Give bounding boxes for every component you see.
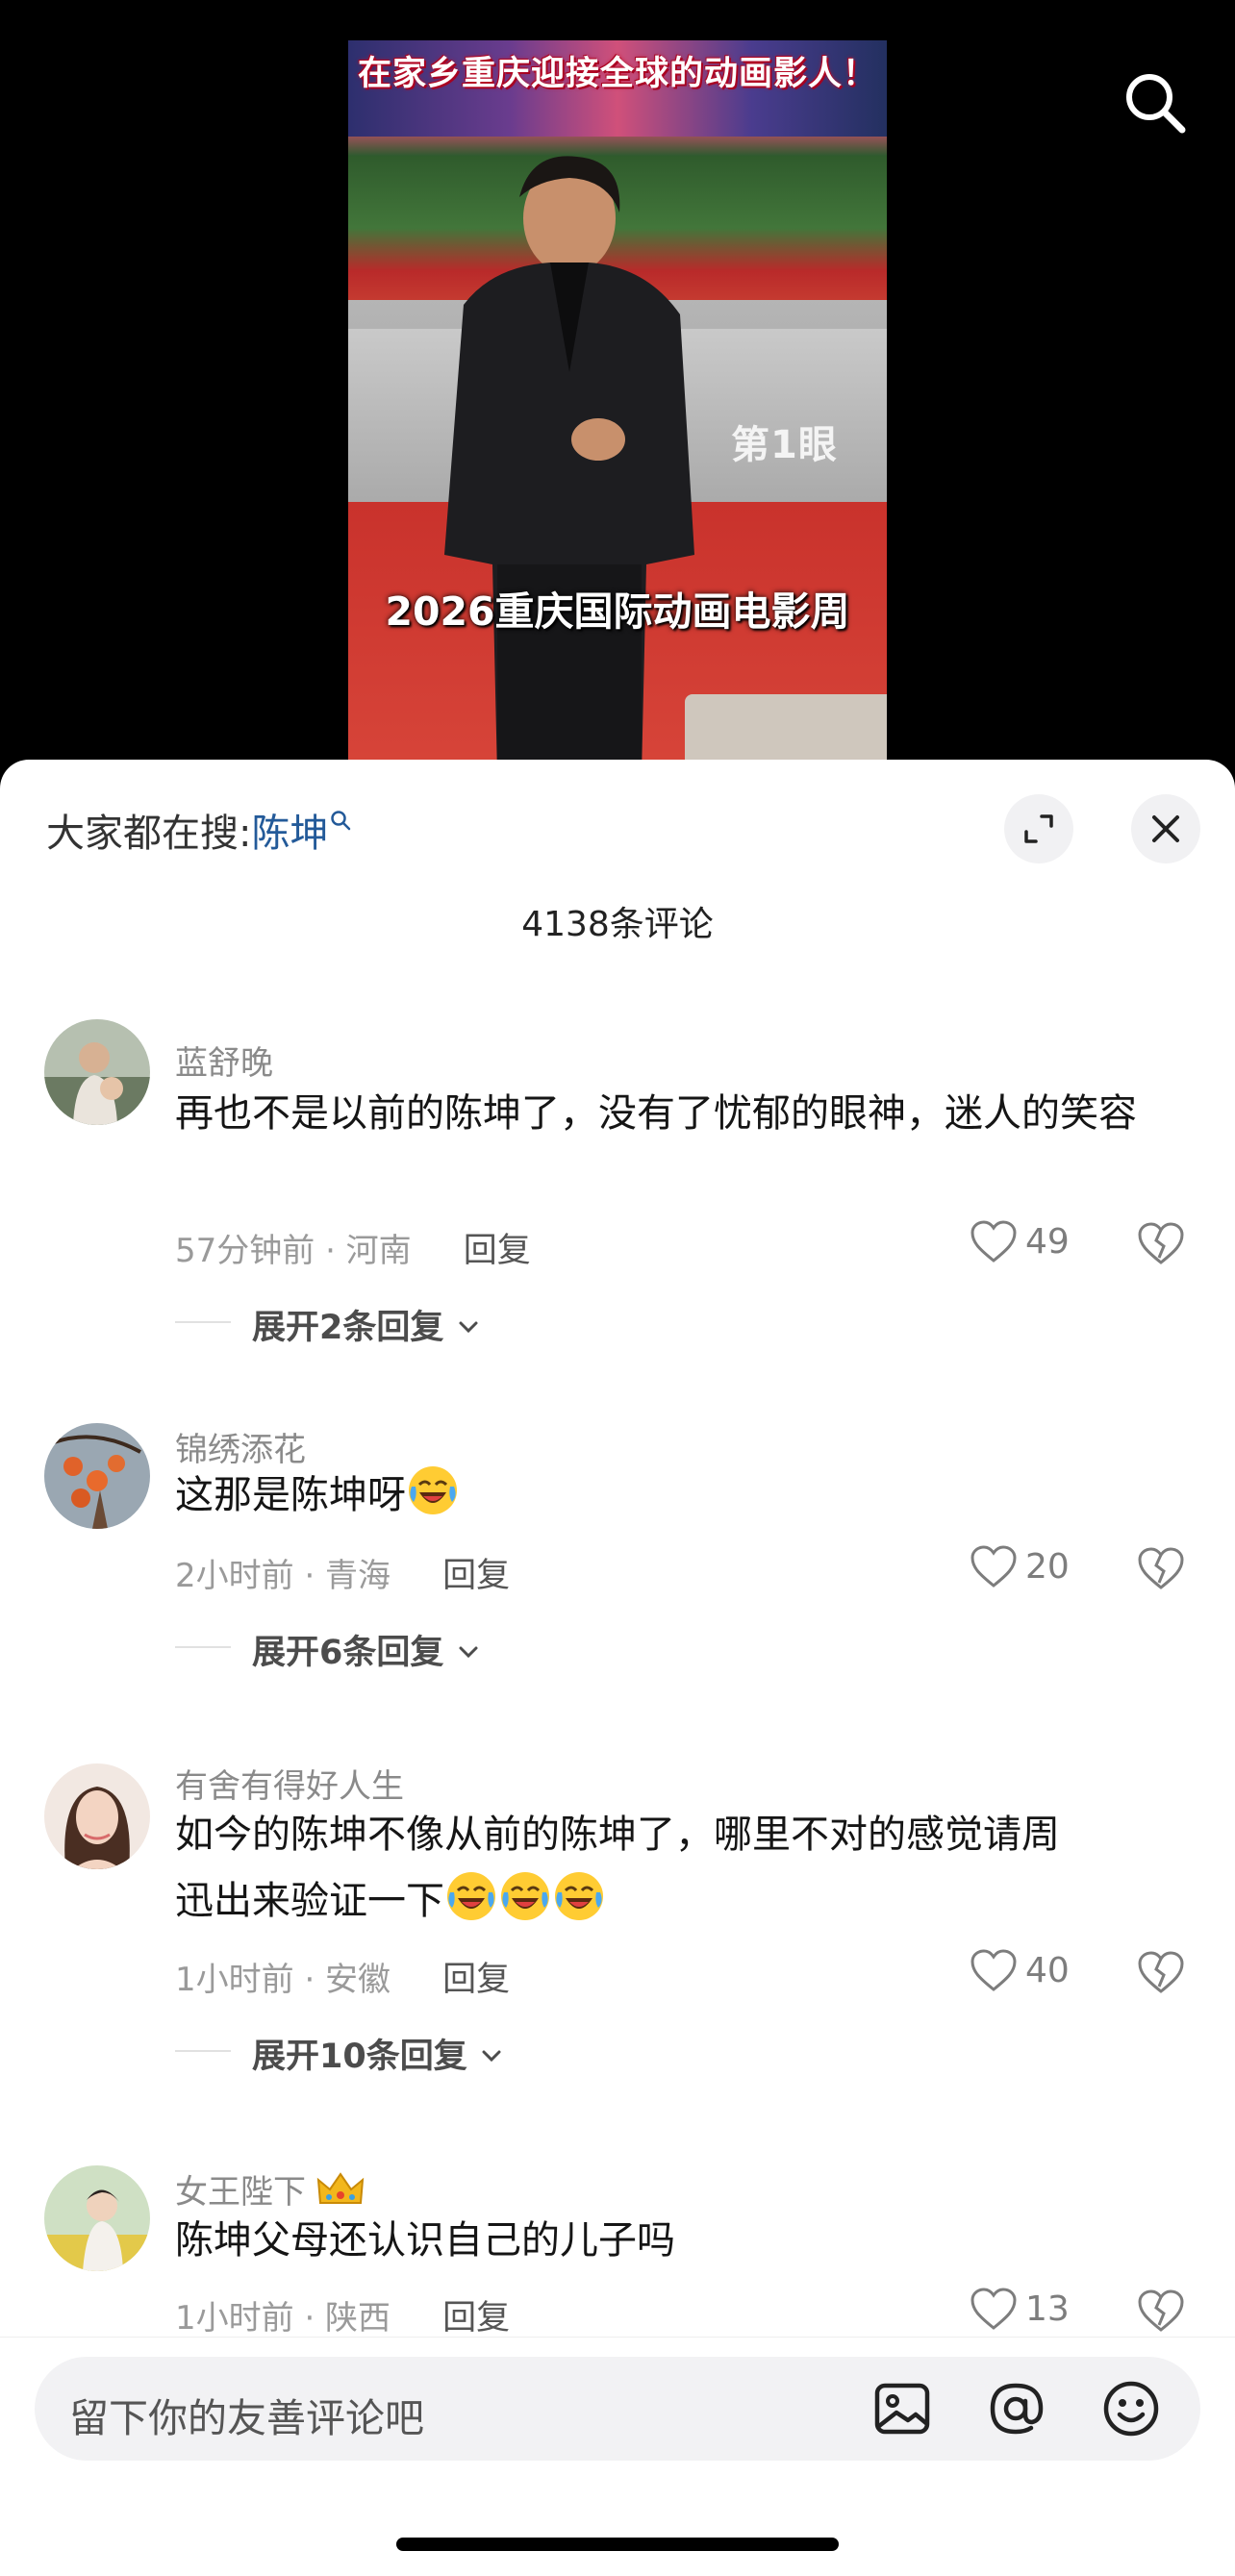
- broken-heart-icon: [1138, 2289, 1184, 2332]
- person-in-suit: [444, 156, 694, 762]
- dislike-button[interactable]: [1137, 1950, 1185, 1998]
- comment-text-row: 迅出来验证一下: [175, 1869, 1175, 1931]
- like-count: 40: [1025, 1950, 1070, 1990]
- comment-text: 这那是陈坤呀: [175, 1473, 406, 1517]
- comment-input[interactable]: 留下你的友善评论吧: [35, 2357, 1200, 2461]
- divider: [175, 1646, 231, 1648]
- divider: [175, 1321, 231, 1323]
- chevron-down-icon: [482, 2050, 501, 2063]
- like-count: 49: [1025, 1221, 1070, 1262]
- like-count: 20: [1025, 1546, 1070, 1587]
- reply-button[interactable]: 回复: [464, 1232, 531, 1270]
- comment-time-location: 57分钟前 · 河南: [175, 1232, 412, 1270]
- video-player[interactable]: 在家乡重庆迎接全球的动画影人！ 第1眼 2026重庆国际动画电影周: [0, 0, 1235, 769]
- heart-icon: [970, 1220, 1017, 1263]
- hot-search-prefix: 大家都在搜:: [46, 812, 252, 856]
- dislike-button[interactable]: [1137, 1546, 1185, 1594]
- expand-replies-label: 展开10条回复: [252, 2038, 467, 2076]
- avatar[interactable]: [44, 1019, 150, 1125]
- smiley-icon: [1103, 2381, 1159, 2437]
- video-watermark: 第1眼: [731, 423, 838, 467]
- comment-text-row: 这那是陈坤呀: [175, 1463, 1175, 1525]
- expand-replies-label: 展开6条回复: [252, 1634, 444, 1672]
- expand-replies-button[interactable]: 展开2条回复: [252, 1300, 481, 1349]
- divider: [175, 2050, 231, 2052]
- video-frame[interactable]: 在家乡重庆迎接全球的动画影人！ 第1眼 2026重庆国际动画电影周: [348, 40, 887, 762]
- hot-search-keyword[interactable]: 陈坤: [251, 812, 328, 856]
- avatar[interactable]: [44, 1423, 150, 1529]
- comment-time-location: 1小时前 · 陕西: [175, 2299, 391, 2338]
- crying-laughing-emoji: [501, 1872, 549, 1920]
- comment-meta-row: 1小时前 · 陕西 回复: [175, 2290, 510, 2339]
- video-bottom-caption: 2026重庆国际动画电影周: [385, 588, 850, 635]
- chevron-down-icon: [459, 1646, 478, 1659]
- like-count: 13: [1025, 2288, 1070, 2329]
- heart-icon: [970, 2288, 1017, 2330]
- comment-time-location: 2小时前 · 青海: [175, 1557, 391, 1595]
- reply-button[interactable]: 回复: [442, 2299, 510, 2338]
- comment-text: 如今的陈坤不像从前的陈坤了，哪里不对的感觉请周: [175, 1813, 1060, 1857]
- like-button[interactable]: 40: [970, 1948, 1070, 1992]
- comment-input-placeholder[interactable]: 留下你的友善评论吧: [69, 2386, 424, 2443]
- comment-count: 4138条评论: [521, 905, 714, 944]
- crying-laughing-emoji: [555, 1872, 603, 1920]
- avatar[interactable]: [44, 1763, 150, 1869]
- comment-text-continued: 迅出来验证一下: [175, 1879, 444, 1923]
- dislike-button[interactable]: [1137, 1221, 1185, 1269]
- reply-button[interactable]: 回复: [442, 1557, 510, 1595]
- comment-username[interactable]: 蓝舒晚: [175, 1037, 273, 1084]
- close-sheet-button[interactable]: [1131, 794, 1200, 863]
- chevron-down-icon: [459, 1321, 478, 1334]
- broken-heart-icon: [1138, 1951, 1184, 1993]
- expand-icon: [1024, 814, 1053, 843]
- comment-text: 陈坤父母还认识自己的儿子吗: [175, 2218, 675, 2263]
- comment-input-bar: 留下你的友善评论吧: [0, 2337, 1235, 2576]
- expand-replies-label: 展开2条回复: [252, 1309, 444, 1347]
- search-button[interactable]: [1122, 69, 1189, 137]
- search-icon: [1126, 74, 1186, 134]
- broken-heart-icon: [1138, 1222, 1184, 1264]
- comment-meta-row: 57分钟前 · 河南 回复: [175, 1223, 531, 1272]
- reply-button[interactable]: 回复: [442, 1961, 510, 1999]
- broken-heart-icon: [1138, 1547, 1184, 1589]
- comment-sheet: 大家都在搜:陈坤 4138条评论 蓝舒晚 再也不是以前的陈坤了，没有了忧郁的眼神…: [0, 760, 1235, 2576]
- expand-sheet-button[interactable]: [1004, 794, 1073, 863]
- mention-button[interactable]: [985, 2378, 1046, 2439]
- crown-icon: [316, 2172, 365, 2204]
- emoji-button[interactable]: [1100, 2378, 1162, 2439]
- hot-search-bar[interactable]: 大家都在搜:陈坤: [46, 802, 351, 858]
- heart-icon: [970, 1949, 1017, 1991]
- like-button[interactable]: 20: [970, 1544, 1070, 1588]
- like-button[interactable]: 13: [970, 2287, 1070, 2331]
- like-button[interactable]: 49: [970, 1219, 1070, 1263]
- close-icon: [1152, 815, 1179, 842]
- crying-laughing-emoji: [447, 1872, 495, 1920]
- small-search-icon: [331, 811, 351, 831]
- comment-meta-row: 1小时前 · 安徽 回复: [175, 1952, 510, 2001]
- video-top-caption: 在家乡重庆迎接全球的动画影人！: [357, 54, 877, 93]
- expand-replies-button[interactable]: 展开6条回复: [252, 1625, 481, 1674]
- comment-meta-row: 2小时前 · 青海 回复: [175, 1548, 510, 1597]
- comment-text: 再也不是以前的陈坤了，没有了忧郁的眼神，迷人的笑容: [175, 1091, 1137, 1136]
- expand-replies-button[interactable]: 展开10条回复: [252, 2029, 504, 2078]
- image-button[interactable]: [871, 2378, 933, 2439]
- avatar[interactable]: [44, 2165, 150, 2271]
- comment-time-location: 1小时前 · 安徽: [175, 1961, 391, 1999]
- heart-icon: [970, 1545, 1017, 1588]
- image-icon: [874, 2383, 930, 2435]
- crying-laughing-emoji: [409, 1466, 457, 1514]
- at-icon: [990, 2383, 1044, 2435]
- home-indicator[interactable]: [396, 2538, 839, 2551]
- dislike-button[interactable]: [1137, 2288, 1185, 2337]
